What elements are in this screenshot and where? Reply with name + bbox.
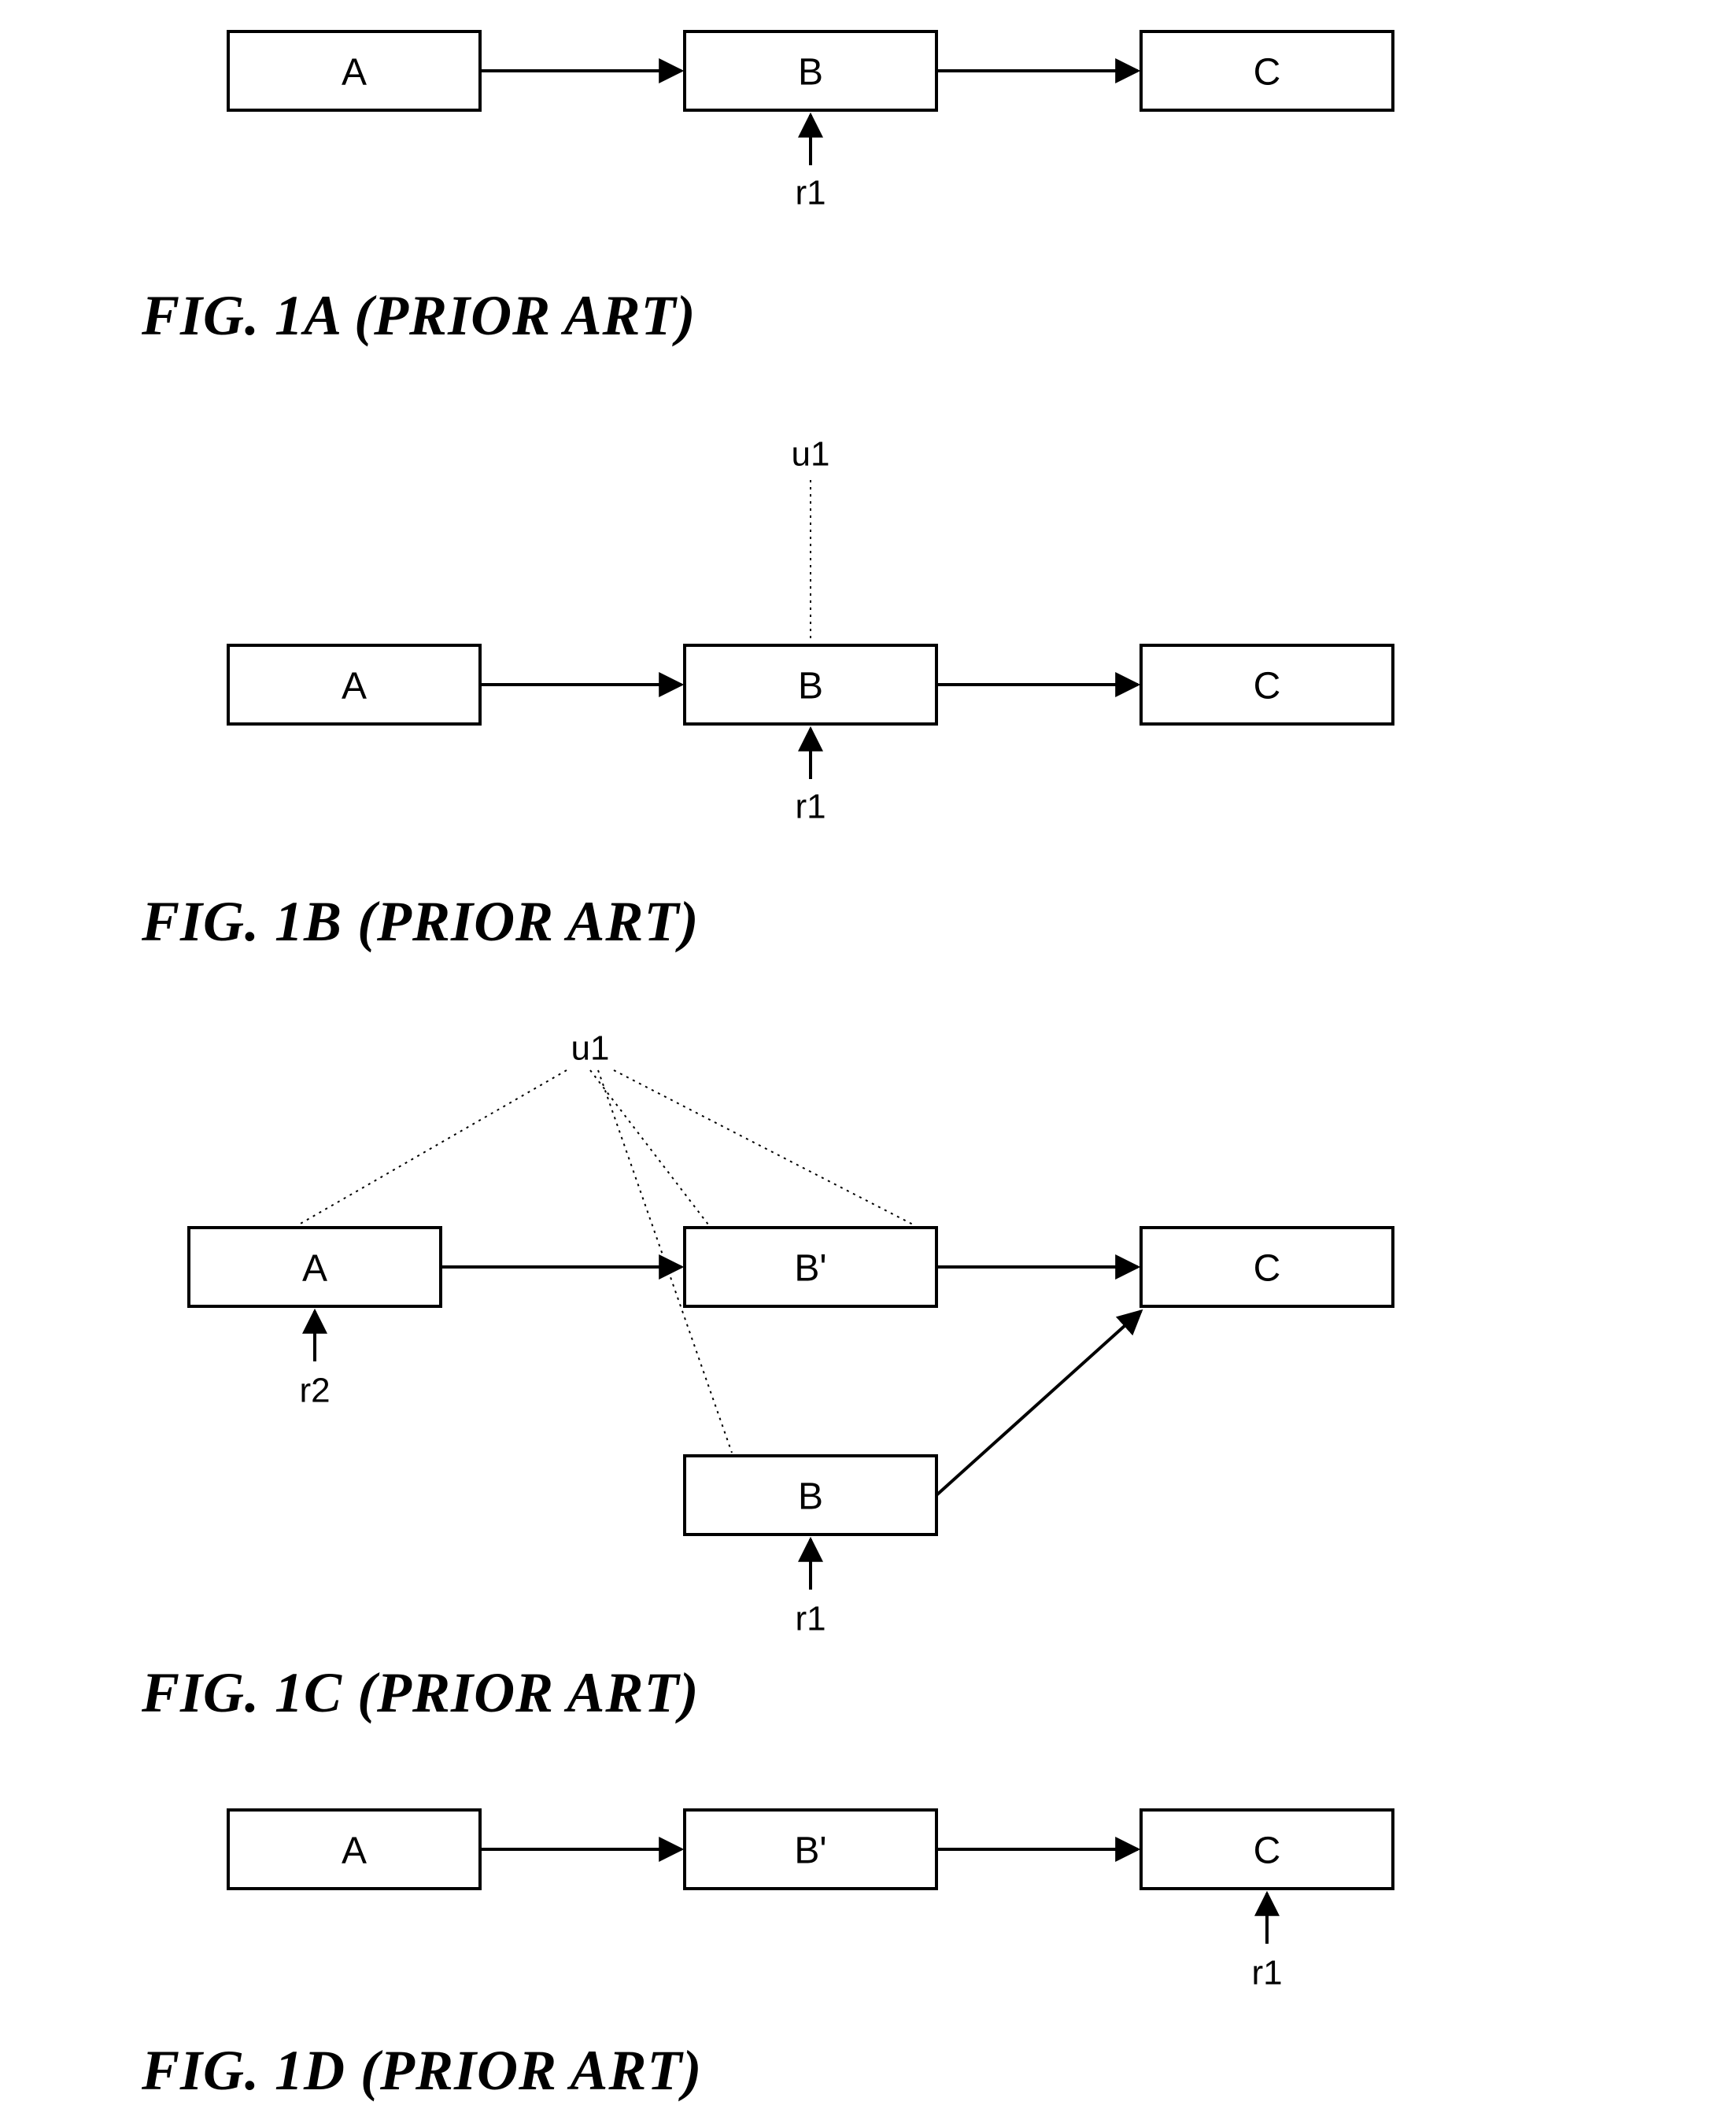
fig1c-label-r1: r1 [795, 1600, 826, 1638]
fig1c-dashed-u1-bp-left [590, 1070, 708, 1224]
fig1c-label-r2: r2 [299, 1372, 330, 1410]
fig1b-caption: FIG. 1B (PRIOR ART) [142, 889, 699, 955]
fig1c-arrow-b-c [936, 1311, 1141, 1495]
fig1c-caption: FIG. 1C (PRIOR ART) [142, 1660, 699, 1726]
fig1d-box-c-label: C [1254, 1830, 1281, 1872]
fig1d-caption: FIG. 1D (PRIOR ART) [142, 2038, 702, 2103]
fig-1a: A B C r1 [228, 31, 1393, 212]
fig1b-box-b-label: B [798, 666, 823, 707]
fig1a-box-c-label: C [1254, 52, 1281, 94]
fig-1c: u1 A B' C B r2 r1 [189, 1029, 1393, 1638]
fig1a-box-a-label: A [342, 52, 367, 94]
fig-1d: A B' C r1 [228, 1810, 1393, 1993]
fig1c-box-bprime-label: B' [794, 1248, 826, 1290]
fig1c-label-u1: u1 [571, 1029, 610, 1068]
fig1b-label-r1: r1 [795, 788, 826, 826]
fig1d-box-a-label: A [342, 1830, 367, 1872]
fig1a-caption: FIG. 1A (PRIOR ART) [142, 283, 696, 349]
fig1c-box-c-label: C [1254, 1248, 1281, 1290]
fig1a-box-b-label: B [798, 52, 823, 94]
fig1b-box-c-label: C [1254, 666, 1281, 707]
fig1c-box-a-label: A [302, 1248, 327, 1290]
fig-1b: u1 A B C r1 [228, 435, 1393, 826]
fig1c-box-b-label: B [798, 1476, 823, 1518]
fig1a-label-r1: r1 [795, 174, 826, 212]
fig1d-box-bprime-label: B' [794, 1830, 826, 1872]
fig1c-dashed-u1-bp-right [614, 1070, 913, 1224]
fig1d-label-r1: r1 [1251, 1954, 1282, 1993]
fig1c-dashed-u1-a [299, 1070, 567, 1224]
fig1b-box-a-label: A [342, 666, 367, 707]
page: A B C r1 u1 A B C [0, 0, 1736, 2120]
fig1b-label-u1: u1 [792, 435, 830, 474]
